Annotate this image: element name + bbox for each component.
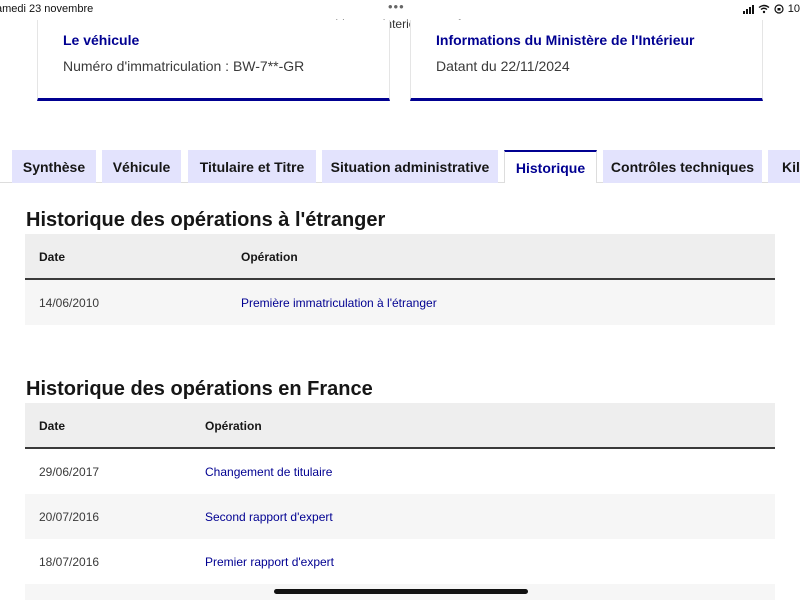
tab-synthese[interactable]: Synthèse	[12, 150, 96, 183]
tab-titulaire-titre[interactable]: Titulaire et Titre	[188, 150, 316, 183]
foreign-history-table: Date Opération 14/06/2010 Première immat…	[25, 234, 775, 325]
more-dots-icon[interactable]: •••	[388, 0, 405, 14]
row-operation-link[interactable]: Changement de titulaire	[205, 465, 332, 479]
row-operation-link[interactable]: Second rapport d'expert	[205, 510, 333, 524]
table-row: 18/07/2016 Premier rapport d'expert	[25, 539, 775, 584]
header-date: Date	[39, 250, 66, 264]
historique-panel: Historique des opérations à l'étranger D…	[0, 183, 800, 600]
tab-historique[interactable]: Historique	[504, 150, 597, 184]
tab-kilometrage[interactable]: Kilo	[768, 150, 800, 183]
wifi-icon	[758, 4, 770, 14]
status-date: amedi 23 novembre	[0, 3, 94, 15]
table-header: Date Opération	[25, 234, 775, 280]
row-date: 18/07/2016	[39, 555, 100, 569]
table-row: 20/07/2016 Second rapport d'expert	[25, 494, 775, 539]
registration-number: Numéro d'immatriculation : BW-7**-GR	[63, 58, 305, 74]
foreign-history-title: Historique des opérations à l'étranger	[26, 209, 386, 231]
vehicle-card: Le véhicule Numéro d'immatriculation : B…	[37, 20, 390, 101]
cellular-signal-icon	[742, 4, 754, 14]
vehicle-card-title: Le véhicule	[63, 32, 140, 48]
header-operation: Opération	[205, 419, 262, 433]
tab-situation-administrative[interactable]: Situation administrative	[322, 150, 498, 183]
row-operation-link[interactable]: Premier rapport d'expert	[205, 555, 334, 569]
orientation-lock-icon	[774, 4, 784, 14]
status-icons: 10	[742, 3, 800, 15]
france-history-title: Historique des opérations en France	[26, 378, 373, 400]
home-indicator[interactable]	[274, 589, 528, 594]
tab-controles-techniques[interactable]: Contrôles techniques	[603, 150, 762, 183]
header-operation: Opération	[241, 250, 298, 264]
table-row: 29/06/2017 Changement de titulaire	[25, 449, 775, 494]
row-operation-link[interactable]: Première immatriculation à l'étranger	[241, 296, 437, 310]
table-row: 14/06/2010 Première immatriculation à l'…	[25, 280, 775, 325]
row-date: 29/06/2017	[39, 465, 100, 479]
tab-vehicule[interactable]: Véhicule	[102, 150, 181, 183]
ministry-card: Informations du Ministère de l'Intérieur…	[410, 20, 763, 101]
france-history-table: Date Opération 29/06/2017 Changement de …	[25, 403, 775, 600]
row-date: 20/07/2016	[39, 510, 100, 524]
tab-bar: Synthèse Véhicule Titulaire et Titre Sit…	[0, 150, 800, 184]
row-date: 14/06/2010	[39, 296, 100, 310]
header-date: Date	[39, 419, 66, 433]
ministry-date: Datant du 22/11/2024	[436, 58, 570, 74]
battery-text: 10	[787, 3, 800, 15]
table-header: Date Opération	[25, 403, 775, 449]
ministry-card-title: Informations du Ministère de l'Intérieur	[436, 32, 695, 48]
